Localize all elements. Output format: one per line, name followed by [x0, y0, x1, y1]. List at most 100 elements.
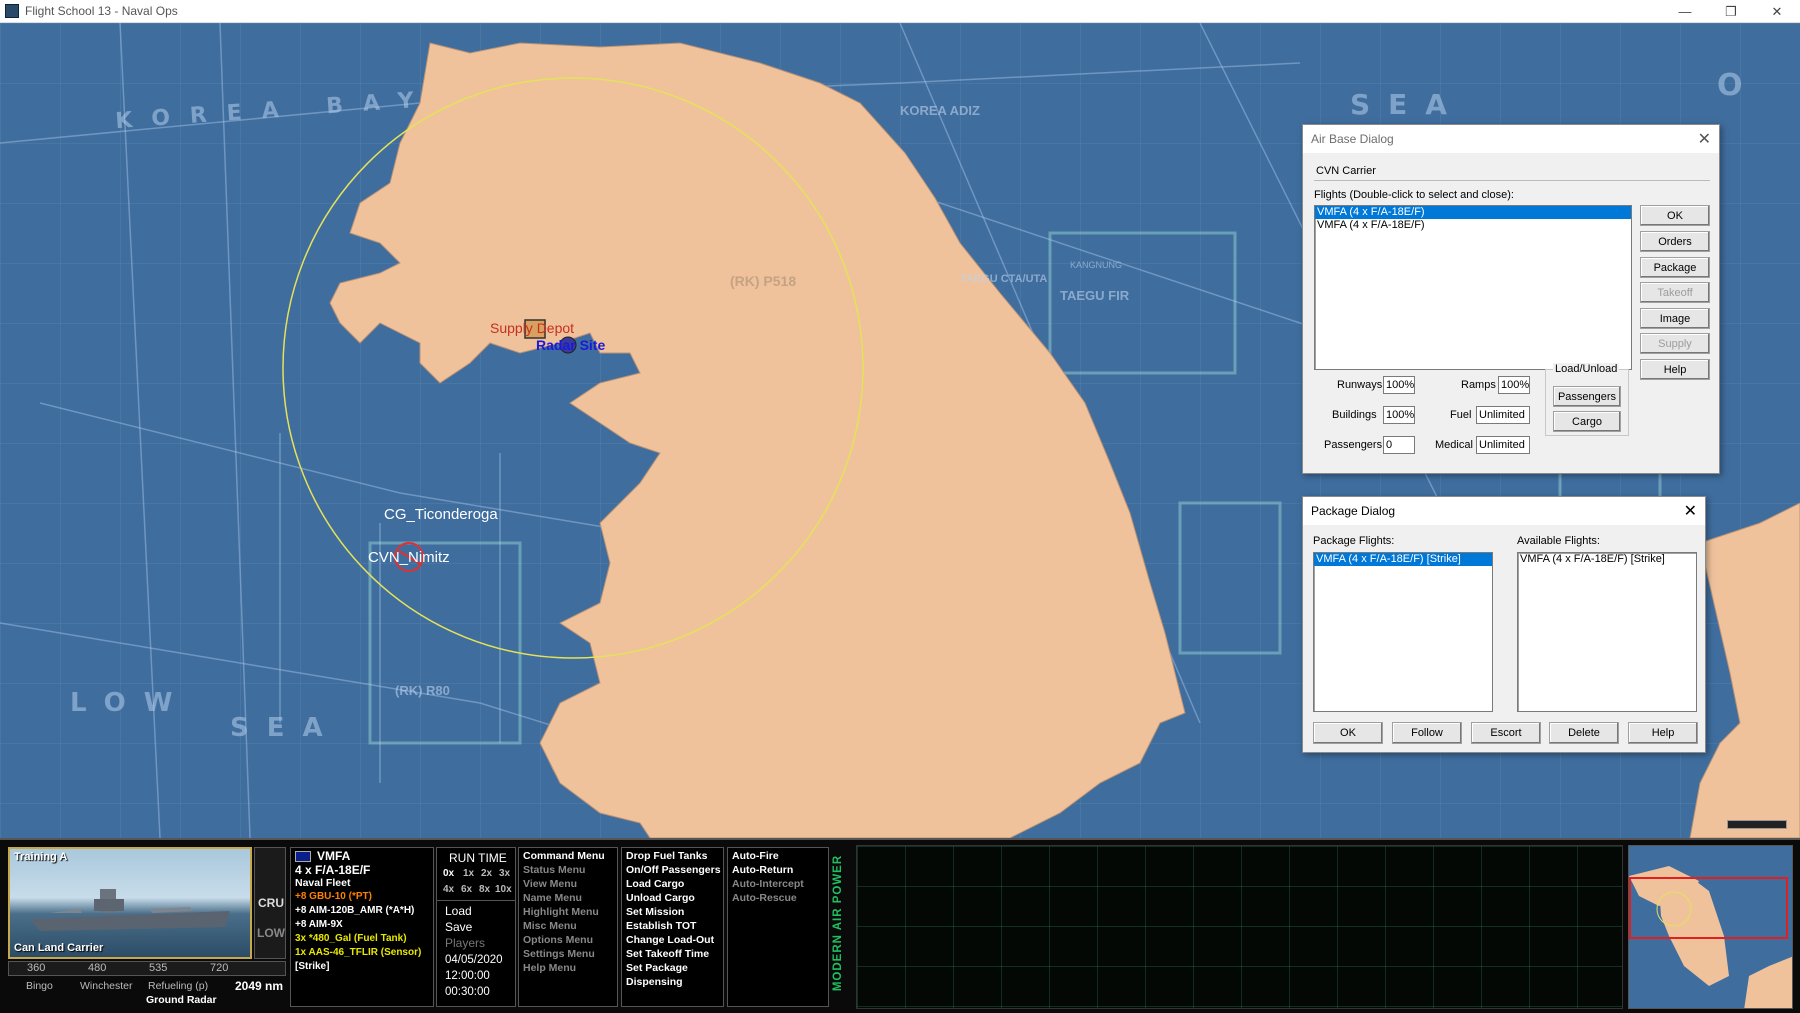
- load-cargo-action[interactable]: Load Cargo: [626, 878, 684, 890]
- loadout-item: +8 AIM-120B_AMR (*A*H): [295, 905, 415, 916]
- supply-depot-label[interactable]: Supply Depot: [490, 320, 574, 336]
- settings-menu-item[interactable]: Settings Menu: [523, 948, 595, 960]
- unit-image[interactable]: Training A Can Land Carrier: [8, 847, 252, 959]
- airspace-label: KOREA ADIZ: [900, 103, 980, 118]
- close-icon[interactable]: ✕: [1684, 501, 1697, 521]
- dispensing-action[interactable]: Dispensing: [626, 976, 683, 988]
- window-titlebar: Flight School 13 - Naval Ops — ❐ ✕: [0, 0, 1800, 23]
- unit-info-panel: VMFA 4 x F/A-18E/F Naval Fleet +8 GBU-10…: [290, 847, 434, 1007]
- package-dialog-titlebar: Package Dialog ✕: [1303, 497, 1705, 525]
- status-menu-item[interactable]: Status Menu: [523, 864, 585, 876]
- escort-button[interactable]: Escort: [1471, 722, 1541, 744]
- speed-0x[interactable]: 0x: [443, 868, 454, 879]
- unit-fleet: Naval Fleet: [295, 877, 351, 889]
- speed-6x[interactable]: 6x: [461, 884, 472, 895]
- flag-icon: [295, 851, 311, 862]
- loadout-item: 3x *480_Gal (Fuel Tank): [295, 933, 407, 944]
- ramps-label: Ramps: [1461, 379, 1496, 391]
- set-takeoff-time-action[interactable]: Set Takeoff Time: [626, 948, 709, 960]
- minimap-canvas: [1629, 866, 1792, 1008]
- help-menu-item[interactable]: Help Menu: [523, 962, 576, 974]
- base-name-field: CVN Carrier: [1314, 163, 1710, 181]
- speed-1x[interactable]: 1x: [463, 868, 474, 879]
- window-title: Flight School 13 - Naval Ops: [25, 4, 178, 18]
- auto-rescue-toggle[interactable]: Auto-Rescue: [732, 892, 797, 904]
- available-flights-list[interactable]: VMFA (4 x F/A-18E/F) [Strike]: [1517, 552, 1697, 712]
- speed-10x[interactable]: 10x: [495, 884, 512, 895]
- runtime-panel: RUN TIME 0x 1x 2x 3x 4x 6x 8x 10x Load S…: [436, 847, 516, 1007]
- elapsed-time: 00:30:00: [445, 986, 490, 998]
- ok-button[interactable]: OK: [1640, 205, 1710, 226]
- package-flights-list[interactable]: VMFA (4 x F/A-18E/F) [Strike]: [1313, 552, 1493, 712]
- sea-label: LOW: [70, 688, 191, 718]
- name-menu-item[interactable]: Name Menu: [523, 892, 582, 904]
- supply-button[interactable]: Supply: [1640, 333, 1710, 354]
- speed-low[interactable]: LOW: [257, 926, 285, 940]
- refueling-indicator: Refueling (p): [148, 980, 209, 992]
- speed-tick: 535: [149, 962, 168, 974]
- load-unload-label: Load/Unload: [1553, 363, 1620, 375]
- restore-button[interactable]: ❐: [1708, 0, 1754, 23]
- passengers-action[interactable]: On/Off Passengers: [626, 864, 721, 876]
- minimap[interactable]: [1628, 845, 1793, 1009]
- flights-list[interactable]: VMFA (4 x F/A-18E/F) VMFA (4 x F/A-18E/F…: [1314, 205, 1632, 370]
- speed-2x[interactable]: 2x: [481, 868, 492, 879]
- close-icon[interactable]: ✕: [1698, 129, 1711, 149]
- set-package-action[interactable]: Set Package: [626, 962, 688, 974]
- command-menu-header[interactable]: Command Menu: [523, 850, 605, 862]
- establish-tot-action[interactable]: Establish TOT: [626, 920, 696, 932]
- control-panel: Training A Can Land Carrier CRU LOW 360 …: [0, 838, 1800, 1013]
- auto-intercept-toggle[interactable]: Auto-Intercept: [732, 878, 804, 890]
- passengers-field: 0: [1383, 436, 1415, 454]
- loadout-item: [Strike]: [295, 961, 330, 972]
- unit-image-caption-top: Training A: [14, 851, 68, 863]
- speed-3x[interactable]: 3x: [499, 868, 510, 879]
- speed-cru[interactable]: CRU: [258, 896, 284, 910]
- unload-cargo-action[interactable]: Unload Cargo: [626, 892, 695, 904]
- app-icon: [5, 4, 19, 18]
- save-button[interactable]: Save: [445, 920, 472, 934]
- auto-fire-toggle[interactable]: Auto-Fire: [732, 850, 779, 862]
- orders-button[interactable]: Orders: [1640, 231, 1710, 252]
- takeoff-button[interactable]: Takeoff: [1640, 282, 1710, 303]
- set-mission-action[interactable]: Set Mission: [626, 906, 684, 918]
- image-button[interactable]: Image: [1640, 308, 1710, 329]
- available-flight-item[interactable]: VMFA (4 x F/A-18E/F) [Strike]: [1518, 553, 1696, 566]
- view-menu-item[interactable]: View Menu: [523, 878, 577, 890]
- sea-label: SEA: [1350, 88, 1465, 121]
- speed-8x[interactable]: 8x: [479, 884, 490, 895]
- highlight-menu-item[interactable]: Highlight Menu: [523, 906, 599, 918]
- flight-list-item[interactable]: VMFA (4 x F/A-18E/F): [1315, 219, 1631, 232]
- load-button[interactable]: Load: [445, 904, 472, 918]
- package-button[interactable]: Package: [1640, 257, 1710, 278]
- delete-button[interactable]: Delete: [1549, 722, 1619, 744]
- sea-label: O: [1717, 68, 1761, 103]
- loadout-item: 1x AAS-46_TFLIR (Sensor): [295, 947, 422, 958]
- available-flights-label: Available Flights:: [1517, 535, 1600, 547]
- cargo-button[interactable]: Cargo: [1553, 411, 1621, 432]
- speed-selector[interactable]: CRU LOW: [254, 847, 286, 959]
- radar-scope[interactable]: [856, 845, 1623, 1009]
- help-button[interactable]: Help: [1640, 359, 1710, 380]
- speed-4x[interactable]: 4x: [443, 884, 454, 895]
- flight-list-item[interactable]: VMFA (4 x F/A-18E/F): [1315, 206, 1631, 219]
- follow-button[interactable]: Follow: [1392, 722, 1462, 744]
- package-flight-item[interactable]: VMFA (4 x F/A-18E/F) [Strike]: [1314, 553, 1492, 566]
- ramps-field: 100%: [1498, 376, 1530, 394]
- drop-fuel-tanks-action[interactable]: Drop Fuel Tanks: [626, 850, 707, 862]
- flights-label: Flights (Double-click to select and clos…: [1314, 189, 1514, 201]
- auto-return-toggle[interactable]: Auto-Return: [732, 864, 793, 876]
- misc-menu-item[interactable]: Misc Menu: [523, 920, 577, 932]
- radar-site-label[interactable]: Radar Site: [536, 337, 605, 353]
- package-help-button[interactable]: Help: [1628, 722, 1698, 744]
- cg-ticonderoga-label[interactable]: CG_Ticonderoga: [384, 506, 498, 523]
- cvn-nimitz-label[interactable]: CVN_Nimitz: [368, 549, 450, 566]
- change-loadout-action[interactable]: Change Load-Out: [626, 934, 714, 946]
- air-base-dialog-titlebar: Air Base Dialog ✕: [1303, 125, 1719, 153]
- package-ok-button[interactable]: OK: [1313, 722, 1383, 744]
- passengers-button[interactable]: Passengers: [1553, 386, 1621, 407]
- minimize-button[interactable]: —: [1662, 0, 1708, 23]
- close-window-button[interactable]: ✕: [1754, 0, 1800, 23]
- players-button[interactable]: Players: [445, 936, 485, 950]
- options-menu-item[interactable]: Options Menu: [523, 934, 593, 946]
